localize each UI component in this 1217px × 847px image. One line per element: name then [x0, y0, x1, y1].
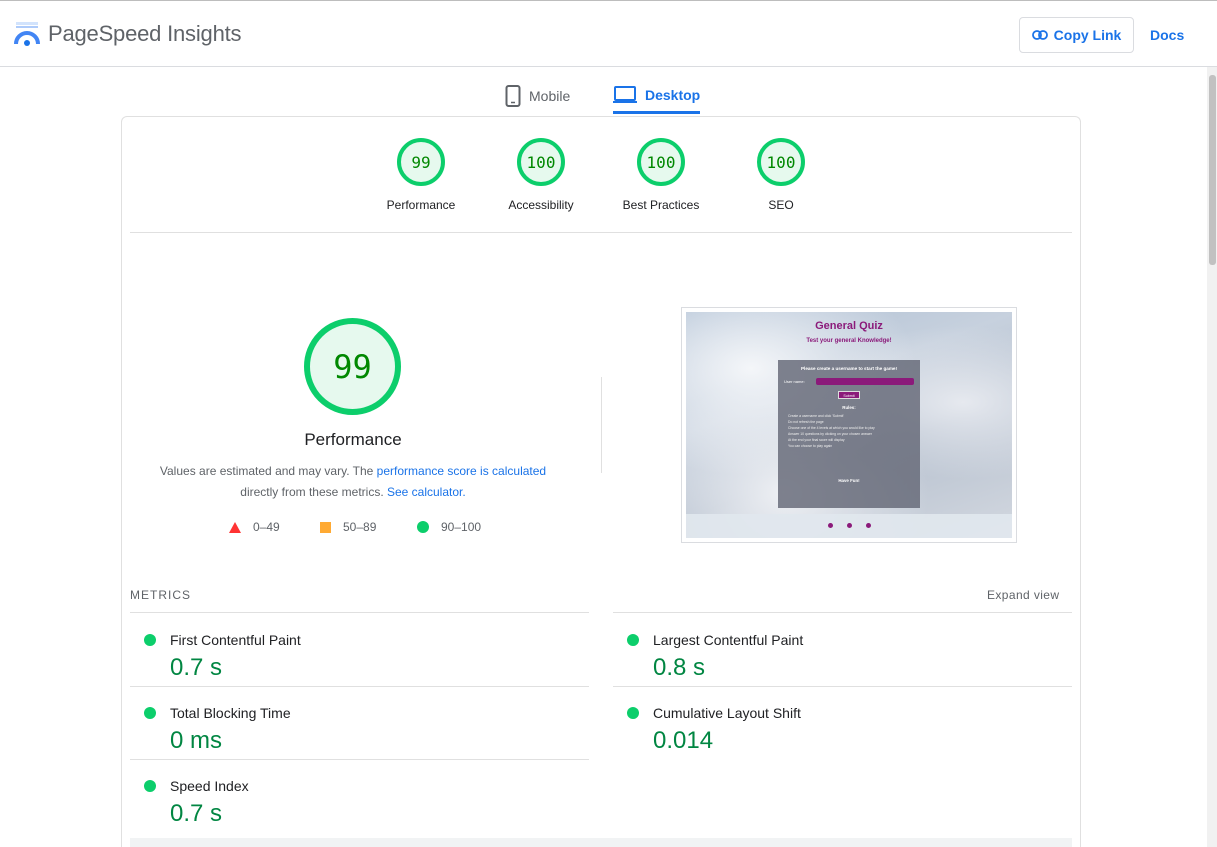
metric-value: 0 ms [170, 727, 223, 754]
phone-icon [505, 85, 521, 107]
legend-average: 50–89 [320, 520, 376, 534]
score-label: SEO [768, 198, 794, 212]
metrics-heading: METRICS [130, 588, 191, 602]
page-scrollbar[interactable] [1207, 67, 1217, 847]
rules-title: Rules: [842, 405, 856, 410]
username-input [816, 378, 914, 385]
metric-value: 0.7 s [170, 800, 223, 827]
score-label: Accessibility [508, 198, 574, 212]
submit-button: Submit [838, 391, 860, 399]
final-screenshot[interactable]: General Quiz Test your general Knowledge… [681, 307, 1017, 543]
circle-icon [417, 521, 429, 533]
top-bar: PageSpeed Insights Copy Link Docs [0, 0, 1217, 67]
performance-description: Values are estimated and may vary. The p… [150, 461, 556, 503]
performance-score-gauge: 99 [304, 318, 401, 415]
score-gauge-best-practices[interactable]: 100 Best Practices [611, 138, 711, 212]
quiz-title: General Quiz [815, 320, 883, 332]
metric-largest-contentful-paint: Largest Contentful Paint 0.8 s [613, 619, 1053, 691]
quiz-footer [686, 514, 1012, 538]
score-value: 99 [397, 138, 445, 186]
score-label: Performance [386, 198, 456, 212]
metric-name: First Contentful Paint [170, 632, 301, 648]
metric-name: Total Blocking Time [170, 705, 291, 721]
metric-name: Speed Index [170, 778, 249, 794]
metric-divider [130, 759, 589, 760]
score-gauge-seo[interactable]: 100 SEO [731, 138, 831, 212]
metric-divider [613, 612, 1072, 613]
facebook-icon [828, 523, 833, 528]
pass-circle-icon [627, 634, 639, 646]
score-value: 100 [757, 138, 805, 186]
rule-item: You can choose to play again [788, 444, 833, 448]
metric-name: Largest Contentful Paint [653, 632, 804, 648]
youtube-icon [866, 523, 871, 528]
triangle-icon [229, 521, 241, 533]
performance-score-calculated-link[interactable]: performance score is calculated [377, 464, 546, 478]
section-divider [130, 232, 1072, 233]
legend-good: 90–100 [417, 520, 481, 534]
metric-name: Cumulative Layout Shift [653, 705, 801, 721]
instagram-icon [847, 523, 852, 528]
tab-mobile[interactable]: Mobile [505, 78, 570, 114]
tab-desktop-label: Desktop [645, 86, 701, 103]
metric-value: 0.7 s [170, 654, 223, 681]
quiz-subtitle: Test your general Knowledge! [806, 338, 892, 344]
see-calculator-link[interactable]: See calculator. [387, 485, 466, 499]
vertical-divider [601, 377, 602, 473]
app-title[interactable]: PageSpeed Insights [48, 21, 242, 47]
metric-divider [130, 612, 589, 613]
score-gauge-performance[interactable]: 99 Performance [371, 138, 471, 212]
desc-text: directly from these metrics. [240, 485, 387, 499]
screenshot-image: General Quiz Test your general Knowledge… [686, 312, 1012, 538]
pass-circle-icon [144, 780, 156, 792]
metric-divider [613, 686, 1072, 687]
tab-desktop[interactable]: Desktop [613, 78, 701, 114]
legend-poor: 0–49 [229, 520, 280, 534]
link-icon [1031, 30, 1048, 40]
score-label: Best Practices [622, 198, 700, 212]
rules-list: Create a username and click 'Submit' Do … [788, 413, 914, 449]
metric-cumulative-layout-shift: Cumulative Layout Shift 0.014 [613, 692, 1053, 764]
score-gauge-accessibility[interactable]: 100 Accessibility [491, 138, 591, 212]
metric-divider [130, 686, 589, 687]
metric-speed-index: Speed Index 0.7 s [130, 765, 570, 837]
docs-link[interactable]: Docs [1150, 27, 1184, 43]
copy-link-label: Copy Link [1053, 27, 1122, 43]
copy-link-button[interactable]: Copy Link [1019, 17, 1134, 53]
score-value: 100 [517, 138, 565, 186]
metric-value: 0.014 [653, 727, 714, 754]
score-value: 100 [637, 138, 685, 186]
legend-range: 90–100 [441, 520, 482, 534]
performance-title: Performance [304, 430, 402, 449]
square-icon [320, 521, 331, 533]
legend-range: 50–89 [343, 520, 377, 534]
pass-circle-icon [627, 707, 639, 719]
laptop-icon [613, 85, 637, 103]
desc-text: Values are estimated and may vary. The [159, 464, 377, 478]
pass-circle-icon [144, 707, 156, 719]
metric-total-blocking-time: Total Blocking Time 0 ms [130, 692, 570, 764]
expand-view-toggle[interactable]: Expand view [987, 588, 1059, 602]
have-fun-text: Have Fun! [838, 478, 860, 483]
quiz-prompt: Please create a username to start the ga… [800, 366, 897, 371]
pass-circle-icon [144, 634, 156, 646]
username-label: User name: [784, 379, 805, 384]
metric-first-contentful-paint: First Contentful Paint 0.7 s [130, 619, 570, 691]
scrollbar-thumb[interactable] [1209, 75, 1216, 265]
metric-value: 0.8 s [653, 654, 706, 681]
legend-range: 0–49 [253, 520, 280, 534]
pagespeed-logo-icon[interactable] [14, 21, 40, 47]
quiz-panel: Please create a username to start the ga… [778, 360, 920, 508]
next-section-edge [130, 838, 1072, 847]
tab-mobile-label: Mobile [529, 88, 571, 104]
